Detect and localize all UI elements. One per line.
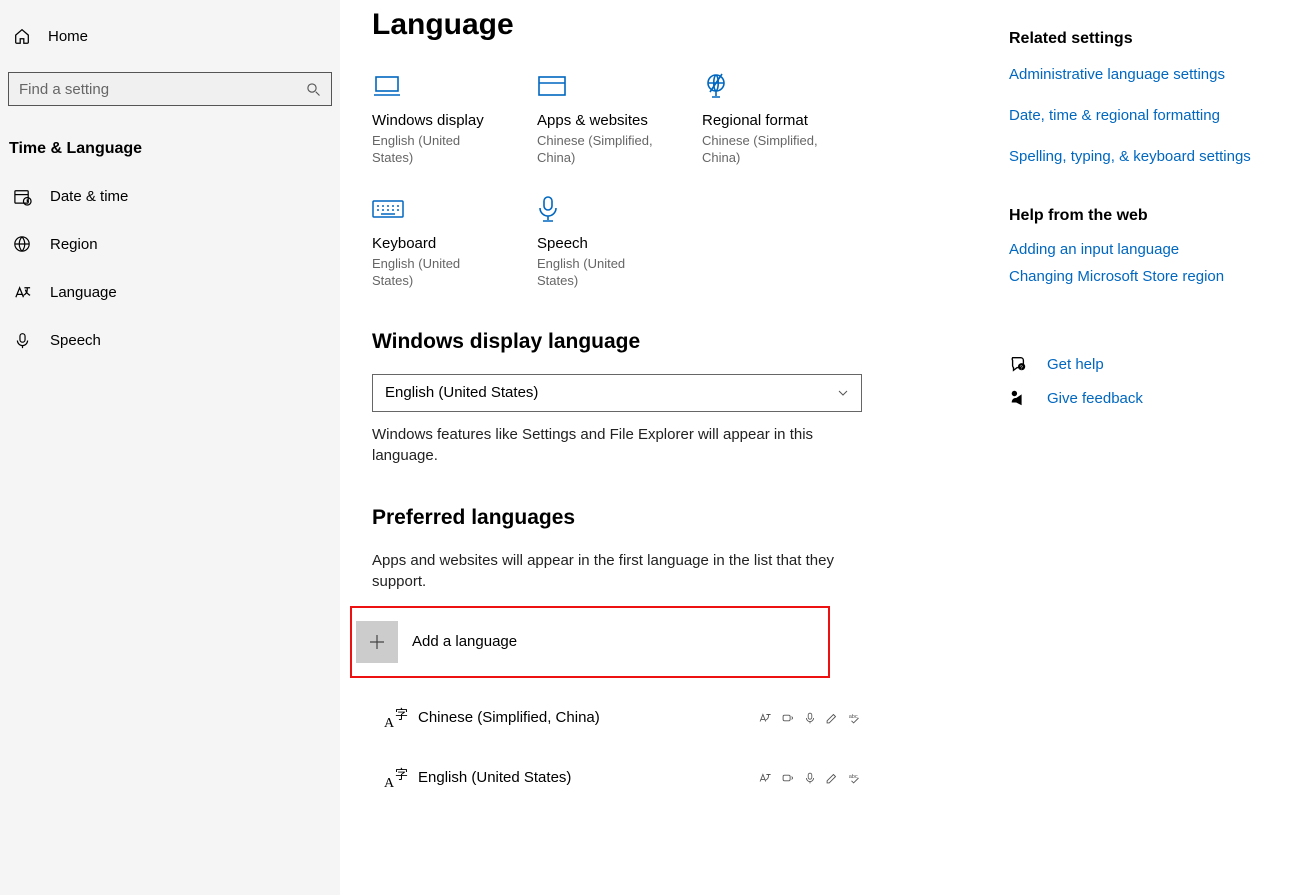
card-keyboard[interactable]: Keyboard English (United States) <box>372 195 537 290</box>
microphone-icon <box>12 330 32 350</box>
globe-icon <box>12 234 32 254</box>
card-sub: Chinese (Simplified, China) <box>537 133 657 167</box>
sidebar-item-language[interactable]: Language <box>0 268 340 316</box>
search-input[interactable] <box>19 81 306 98</box>
language-row-label: English (United States) <box>418 769 758 786</box>
card-apps-websites[interactable]: Apps & websites Chinese (Simplified, Chi… <box>537 72 702 167</box>
language-pack-icon <box>758 711 772 725</box>
feedback-icon <box>1009 389 1029 407</box>
add-language-label: Add a language <box>412 633 517 650</box>
card-title: Regional format <box>702 112 867 129</box>
language-feature-icons: abc <box>758 771 862 785</box>
link-admin-language-settings[interactable]: Administrative language settings <box>1009 64 1279 85</box>
card-title: Speech <box>537 235 702 252</box>
window-icon <box>537 72 702 100</box>
language-pack-icon <box>758 771 772 785</box>
svg-text:abc: abc <box>849 714 858 720</box>
get-help-row[interactable]: ? Get help <box>1009 355 1279 373</box>
svg-text:字: 字 <box>395 767 408 782</box>
link-adding-input-language[interactable]: Adding an input language <box>1009 241 1279 258</box>
language-icon <box>12 282 32 302</box>
card-sub: Chinese (Simplified, China) <box>702 133 822 167</box>
svg-text:?: ? <box>1020 365 1023 371</box>
link-date-time-formatting[interactable]: Date, time & regional formatting <box>1009 105 1279 126</box>
link-spelling-typing-keyboard[interactable]: Spelling, typing, & keyboard settings <box>1009 146 1279 167</box>
speech-recognition-icon <box>804 771 816 785</box>
keyboard-icon <box>372 195 537 223</box>
spellcheck-icon: abc <box>848 711 862 725</box>
help-icon: ? <box>1009 355 1029 373</box>
give-feedback-row[interactable]: Give feedback <box>1009 389 1279 407</box>
card-title: Apps & websites <box>537 112 702 129</box>
sidebar-item-label: Speech <box>50 332 101 349</box>
card-speech[interactable]: Speech English (United States) <box>537 195 702 290</box>
main-content: Language Windows display English (United… <box>340 0 1009 895</box>
language-row[interactable]: A字 English (United States) abc <box>372 748 862 808</box>
svg-text:A: A <box>384 776 395 791</box>
card-sub: English (United States) <box>537 256 657 290</box>
language-summary-grid: Windows display English (United States) … <box>372 72 979 290</box>
get-help-link[interactable]: Get help <box>1047 356 1104 373</box>
add-language-button[interactable]: Add a language <box>350 606 830 678</box>
handwriting-icon <box>825 711 839 725</box>
sidebar-item-label: Language <box>50 284 117 301</box>
card-regional-format[interactable]: Regional format Chinese (Simplified, Chi… <box>702 72 867 167</box>
link-changing-store-region[interactable]: Changing Microsoft Store region <box>1009 268 1279 285</box>
sidebar-item-date-time[interactable]: Date & time <box>0 172 340 220</box>
language-glyph-icon: A字 <box>376 763 418 793</box>
sidebar-item-label: Date & time <box>50 188 128 205</box>
clock-calendar-icon <box>12 186 32 206</box>
sidebar-item-label: Region <box>50 236 98 253</box>
preferred-languages-heading: Preferred languages <box>372 506 979 530</box>
text-to-speech-icon <box>781 771 795 785</box>
language-glyph-icon: A字 <box>376 703 418 733</box>
sidebar-item-region[interactable]: Region <box>0 220 340 268</box>
speech-recognition-icon <box>804 711 816 725</box>
card-title: Windows display <box>372 112 537 129</box>
microphone-icon <box>537 195 702 223</box>
svg-text:abc: abc <box>849 774 858 780</box>
sidebar-home[interactable]: Home <box>0 18 340 54</box>
chevron-down-icon <box>837 387 849 399</box>
card-sub: English (United States) <box>372 256 492 290</box>
dropdown-value: English (United States) <box>385 384 538 401</box>
home-icon <box>12 26 32 46</box>
language-feature-icons: abc <box>758 711 862 725</box>
search-icon <box>306 82 321 97</box>
card-windows-display[interactable]: Windows display English (United States) <box>372 72 537 167</box>
svg-text:字: 字 <box>395 707 408 722</box>
related-settings-heading: Related settings <box>1009 30 1279 48</box>
give-feedback-link[interactable]: Give feedback <box>1047 390 1143 407</box>
svg-text:A: A <box>384 716 395 731</box>
sidebar-home-label: Home <box>48 28 88 45</box>
plus-icon <box>356 621 398 663</box>
help-from-web-heading: Help from the web <box>1009 207 1279 225</box>
language-row[interactable]: A字 Chinese (Simplified, China) abc <box>372 688 862 748</box>
display-language-desc: Windows features like Settings and File … <box>372 424 862 466</box>
display-language-dropdown[interactable]: English (United States) <box>372 374 862 412</box>
text-to-speech-icon <box>781 711 795 725</box>
page-title: Language <box>372 8 979 42</box>
sidebar-section-heading: Time & Language <box>0 122 340 172</box>
handwriting-icon <box>825 771 839 785</box>
spellcheck-icon: abc <box>848 771 862 785</box>
globe-stand-icon <box>702 72 867 100</box>
search-input-container[interactable] <box>8 72 332 106</box>
sidebar-item-speech[interactable]: Speech <box>0 316 340 364</box>
card-title: Keyboard <box>372 235 537 252</box>
display-language-heading: Windows display language <box>372 330 979 354</box>
preferred-languages-desc: Apps and websites will appear in the fir… <box>372 550 862 592</box>
language-row-label: Chinese (Simplified, China) <box>418 709 758 726</box>
card-sub: English (United States) <box>372 133 492 167</box>
right-column: Related settings Administrative language… <box>1009 0 1289 895</box>
laptop-icon <box>372 72 537 100</box>
sidebar: Home Time & Language Date & time Region … <box>0 0 340 895</box>
